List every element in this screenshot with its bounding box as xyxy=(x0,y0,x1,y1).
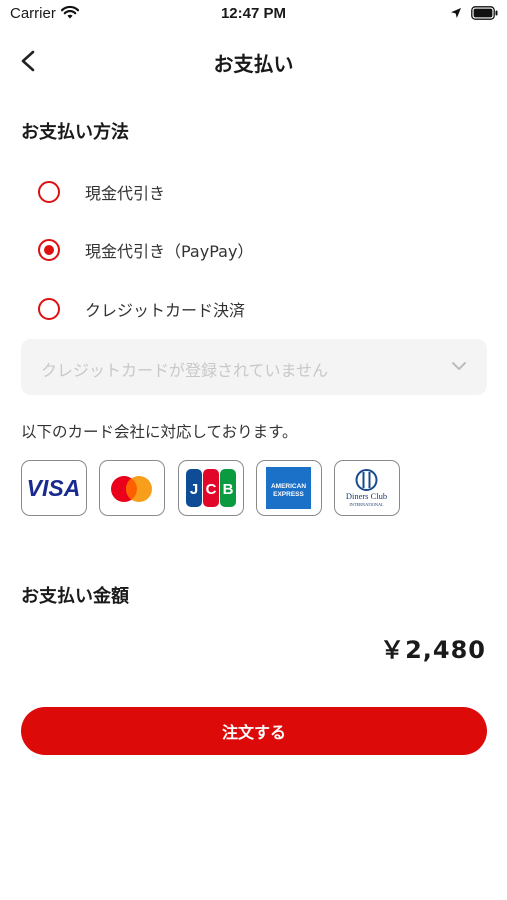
visa-logo: VISA xyxy=(21,460,87,516)
svg-text:B: B xyxy=(223,481,234,498)
jcb-logo: J C B xyxy=(178,460,244,516)
payment-option-cash[interactable]: 現金代引き xyxy=(26,172,486,212)
supported-cards-note: 以下のカード会社に対応しております。 xyxy=(21,423,298,441)
diners-line-2: INTERNATIONAL xyxy=(349,502,384,507)
payment-option-label: 現金代引き xyxy=(85,184,166,203)
navigation-bar: お支払い xyxy=(0,38,507,84)
payment-option-cash-paypay[interactable]: 現金代引き（PayPay） xyxy=(26,230,486,270)
payment-option-label: クレジットカード決済 xyxy=(85,301,246,320)
credit-card-select-placeholder: クレジットカードが登録されていません xyxy=(41,361,329,380)
amex-line-1: AMERICAN xyxy=(271,483,306,490)
radio-cash-paypay[interactable] xyxy=(38,239,60,261)
status-bar: Carrier 12:47 PM xyxy=(0,0,507,30)
diners-line-1: Diners Club xyxy=(346,491,387,501)
amex-logo: AMERICAN EXPRESS xyxy=(256,460,322,516)
visa-wordmark: VISA xyxy=(27,475,81,501)
payment-method-heading: お支払い方法 xyxy=(21,122,129,143)
payment-amount-heading: お支払い金額 xyxy=(21,586,129,607)
mastercard-logo xyxy=(99,460,165,516)
chevron-down-icon xyxy=(452,362,466,370)
svg-text:C: C xyxy=(206,481,217,498)
page-title: お支払い xyxy=(213,52,294,76)
payment-option-credit-card[interactable]: クレジットカード決済 xyxy=(26,289,486,329)
amex-line-2: EXPRESS xyxy=(273,491,304,498)
status-time: 12:47 PM xyxy=(220,5,287,22)
radio-credit-card[interactable] xyxy=(38,298,60,320)
radio-cash[interactable] xyxy=(38,181,60,203)
card-brands: VISA J C B AMERICAN EXPRESS Diners Club … xyxy=(21,460,421,520)
diners-club-logo: Diners Club INTERNATIONAL xyxy=(334,460,400,516)
payment-option-label: 現金代引き（PayPay） xyxy=(85,242,254,261)
battery-icon xyxy=(471,6,498,20)
location-arrow-icon xyxy=(451,8,461,18)
svg-text:J: J xyxy=(190,481,198,498)
payment-amount-value: ￥2,480 xyxy=(380,636,486,664)
credit-card-select[interactable]: クレジットカードが登録されていません xyxy=(21,339,487,395)
order-button[interactable]: 注文する xyxy=(21,707,487,755)
